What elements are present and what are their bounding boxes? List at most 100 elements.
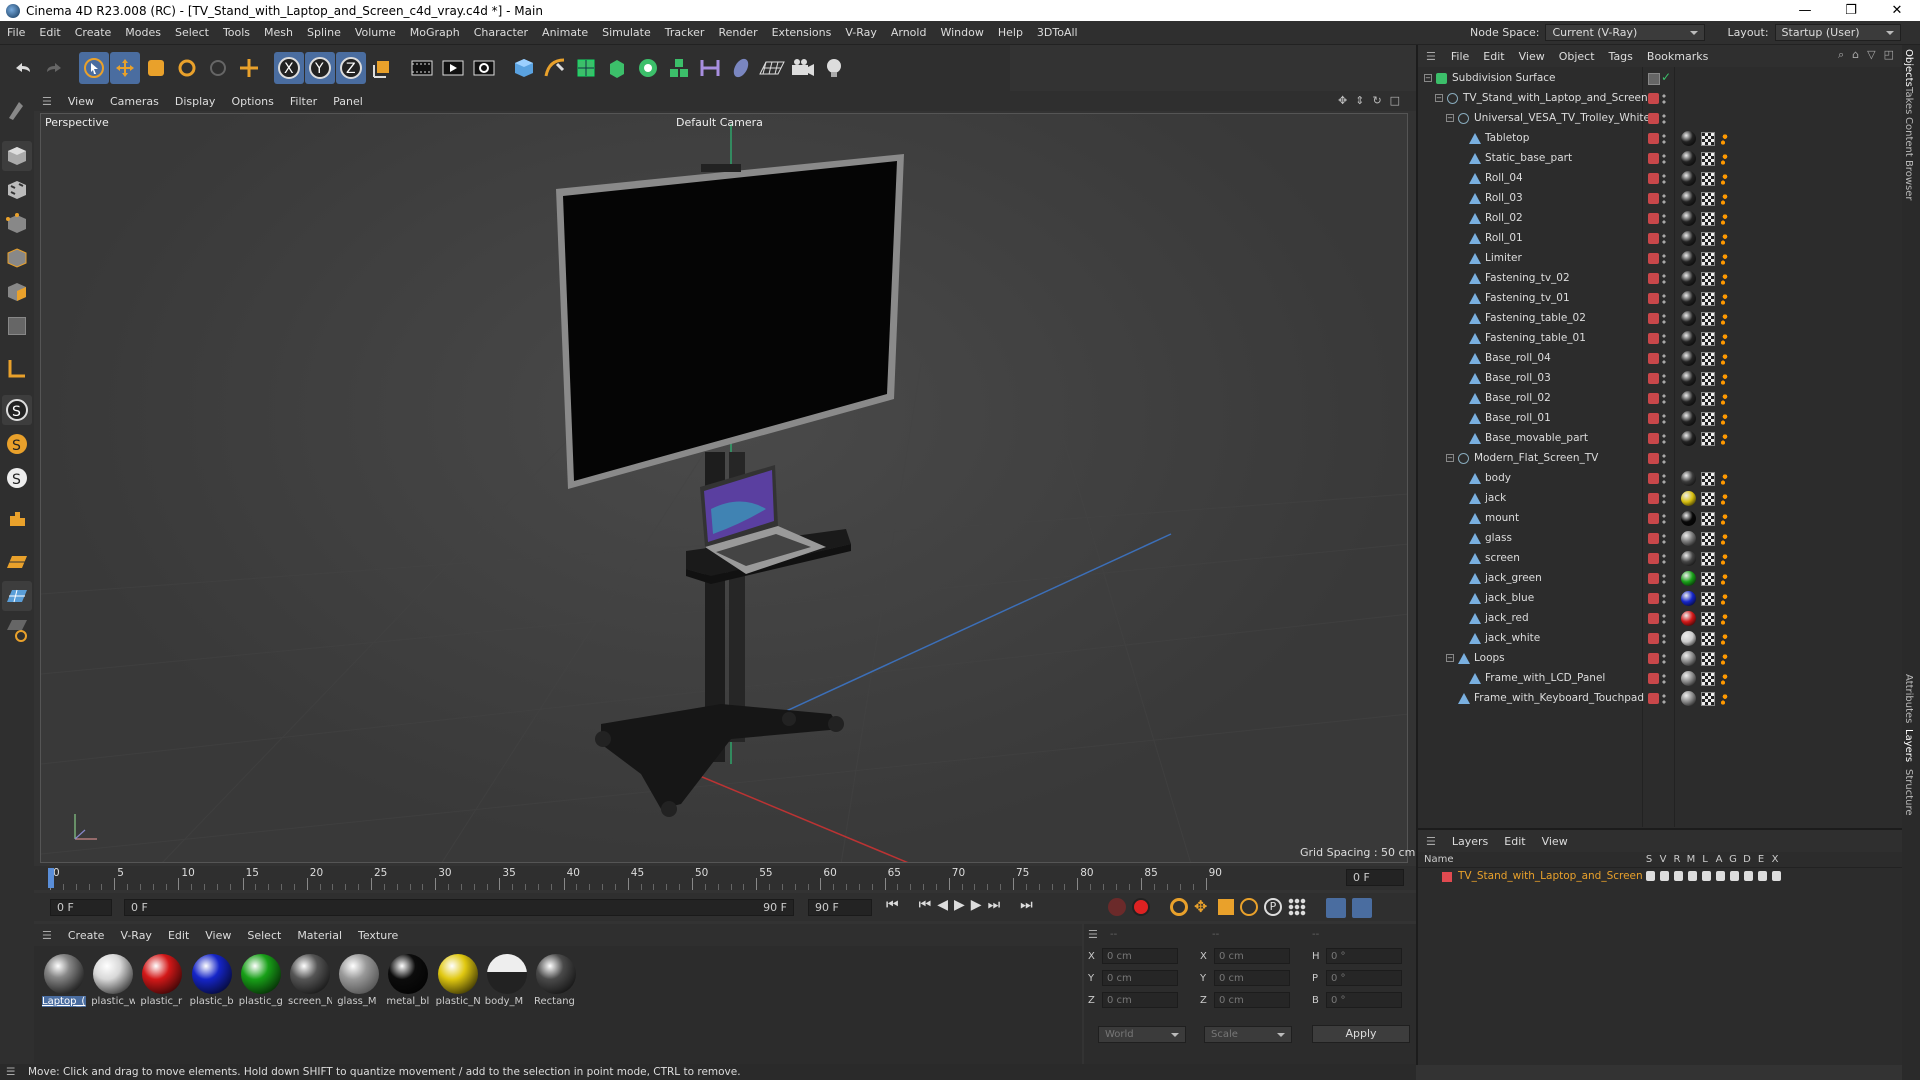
object-row[interactable]: − Universal_VESA_TV_Trolley_White bbox=[1418, 109, 1904, 129]
material-tag-icon[interactable] bbox=[1681, 251, 1696, 266]
status-menu-icon[interactable]: ☰ bbox=[6, 1066, 15, 1078]
material-menu-select[interactable]: Select bbox=[239, 929, 289, 942]
material-tag-icon[interactable] bbox=[1681, 671, 1696, 686]
uvw-tag-icon[interactable] bbox=[1701, 492, 1715, 506]
coord-rotation-field[interactable]: 0 ° bbox=[1326, 992, 1402, 1008]
layer-color-tag[interactable] bbox=[1648, 413, 1659, 424]
object-row[interactable]: − Subdivision Surface ✓ bbox=[1418, 69, 1904, 89]
collapse-toggle-icon[interactable]: − bbox=[1446, 114, 1454, 122]
coord-position-field[interactable]: 0 cm bbox=[1102, 948, 1178, 964]
menu-tools[interactable]: Tools bbox=[216, 26, 257, 39]
object-row[interactable]: Static_base_part bbox=[1418, 149, 1904, 169]
vray-tag-icon[interactable] bbox=[1720, 233, 1730, 245]
collapse-toggle-icon[interactable]: − bbox=[1446, 654, 1454, 662]
vray-tag-icon[interactable] bbox=[1720, 633, 1730, 645]
vray-tag-icon[interactable] bbox=[1720, 173, 1730, 185]
layer-color-tag[interactable] bbox=[1648, 213, 1659, 224]
keyframe-selection-icon[interactable] bbox=[1170, 898, 1188, 916]
menu-modes[interactable]: Modes bbox=[118, 26, 168, 39]
object-name[interactable]: Static_base_part bbox=[1485, 152, 1572, 164]
tweak-mode-icon[interactable] bbox=[2, 505, 32, 535]
object-name[interactable]: Base_roll_03 bbox=[1485, 372, 1551, 384]
dolly-icon[interactable]: ⇕ bbox=[1355, 94, 1364, 107]
menu-help[interactable]: Help bbox=[991, 26, 1030, 39]
material-swatch[interactable]: plastic_r bbox=[140, 952, 184, 1007]
object-name[interactable]: Limiter bbox=[1485, 252, 1522, 264]
uvw-tag-icon[interactable] bbox=[1701, 352, 1715, 366]
object-name[interactable]: Fastening_tv_02 bbox=[1485, 272, 1570, 284]
material-tag-icon[interactable] bbox=[1681, 531, 1696, 546]
render-to-picture-viewer-icon[interactable] bbox=[438, 52, 468, 84]
deformer-icon[interactable] bbox=[1744, 871, 1753, 881]
layer-color-tag[interactable] bbox=[1648, 253, 1659, 264]
material-tag-icon[interactable] bbox=[1681, 471, 1696, 486]
layer-color-tag[interactable] bbox=[1648, 453, 1659, 464]
visibility-dots-icon[interactable] bbox=[1662, 333, 1666, 345]
material-tag-icon[interactable] bbox=[1681, 151, 1696, 166]
live-selection-icon[interactable] bbox=[79, 52, 109, 84]
object-row[interactable]: Base_roll_03 bbox=[1418, 369, 1904, 389]
visibility-dots-icon[interactable] bbox=[1662, 293, 1666, 305]
object-name[interactable]: Loops bbox=[1474, 652, 1505, 664]
vray-tag-icon[interactable] bbox=[1720, 193, 1730, 205]
collapse-toggle-icon[interactable]: − bbox=[1435, 94, 1443, 102]
current-frame-field[interactable]: 0 F bbox=[1346, 869, 1404, 886]
vray-tag-icon[interactable] bbox=[1720, 393, 1730, 405]
vray-tag-icon[interactable] bbox=[1720, 473, 1730, 485]
layer-menu-layers[interactable]: Layers bbox=[1444, 835, 1496, 848]
record-disabled-icon[interactable] bbox=[1108, 898, 1126, 916]
layer-color-tag[interactable] bbox=[1648, 153, 1659, 164]
vray-tag-icon[interactable] bbox=[1720, 653, 1730, 665]
visibility-dots-icon[interactable] bbox=[1662, 393, 1666, 405]
model-mode-icon[interactable] bbox=[2, 141, 32, 171]
object-row[interactable]: − Loops bbox=[1418, 649, 1904, 669]
object-name[interactable]: glass bbox=[1485, 532, 1512, 544]
menu-spline[interactable]: Spline bbox=[300, 26, 348, 39]
layer-color-tag[interactable] bbox=[1648, 653, 1659, 664]
menu-v-ray[interactable]: V-Ray bbox=[838, 26, 884, 39]
uvw-tag-icon[interactable] bbox=[1701, 612, 1715, 626]
layer-color-tag[interactable] bbox=[1648, 513, 1659, 524]
side-tab-structure[interactable]: Structure bbox=[1903, 769, 1914, 816]
visibility-dots-icon[interactable] bbox=[1662, 433, 1666, 445]
object-name[interactable]: Roll_03 bbox=[1485, 192, 1523, 204]
hamburger-icon[interactable]: ☰ bbox=[34, 95, 60, 108]
filter-icon[interactable]: ▽ bbox=[1867, 48, 1875, 62]
material-tag-icon[interactable] bbox=[1681, 211, 1696, 226]
layer-color-tag[interactable] bbox=[1648, 173, 1659, 184]
visibility-dots-icon[interactable] bbox=[1662, 373, 1666, 385]
material-swatch[interactable]: plastic_w bbox=[91, 952, 135, 1007]
coord-size-field[interactable]: 0 cm bbox=[1214, 970, 1290, 986]
material-menu-create[interactable]: Create bbox=[60, 929, 113, 942]
next-frame-icon[interactable]: ▶ bbox=[971, 897, 982, 913]
layout-dropdown[interactable]: Startup (User) bbox=[1774, 24, 1901, 41]
visibility-dots-icon[interactable] bbox=[1662, 193, 1666, 205]
node-space-dropdown[interactable]: Current (V-Ray) bbox=[1545, 24, 1706, 41]
visibility-dots-icon[interactable] bbox=[1662, 593, 1666, 605]
perspective-viewport[interactable] bbox=[40, 113, 1408, 863]
visibility-dots-icon[interactable] bbox=[1662, 493, 1666, 505]
orbit-icon[interactable]: ↻ bbox=[1372, 94, 1381, 107]
material-swatch[interactable]: plastic_N bbox=[436, 952, 480, 1007]
menu-window[interactable]: Window bbox=[933, 26, 990, 39]
vray-tag-icon[interactable] bbox=[1720, 333, 1730, 345]
quantize-icon[interactable]: S bbox=[2, 463, 32, 493]
hamburger-icon[interactable]: ☰ bbox=[1088, 928, 1098, 941]
playhead[interactable] bbox=[48, 868, 54, 888]
uvw-tag-icon[interactable] bbox=[1701, 152, 1715, 166]
go-to-start-icon[interactable]: ⏮ bbox=[886, 897, 899, 913]
visibility-dots-icon[interactable] bbox=[1662, 133, 1666, 145]
uvw-tag-icon[interactable] bbox=[1701, 332, 1715, 346]
visibility-dots-icon[interactable] bbox=[1662, 153, 1666, 165]
object-row[interactable]: jack_white bbox=[1418, 629, 1904, 649]
visibility-dots-icon[interactable] bbox=[1662, 353, 1666, 365]
layer-color-tag[interactable] bbox=[1648, 393, 1659, 404]
visibility-dots-icon[interactable] bbox=[1662, 93, 1666, 105]
cube-primitive-icon[interactable] bbox=[509, 52, 539, 84]
visibility-dots-icon[interactable] bbox=[1662, 313, 1666, 325]
side-tab-content-browser[interactable]: Content Browser bbox=[1903, 117, 1914, 200]
uvw-tag-icon[interactable] bbox=[1701, 392, 1715, 406]
snap-icon[interactable]: S bbox=[2, 395, 32, 425]
vray-tag-icon[interactable] bbox=[1720, 353, 1730, 365]
object-name[interactable]: mount bbox=[1485, 512, 1519, 524]
